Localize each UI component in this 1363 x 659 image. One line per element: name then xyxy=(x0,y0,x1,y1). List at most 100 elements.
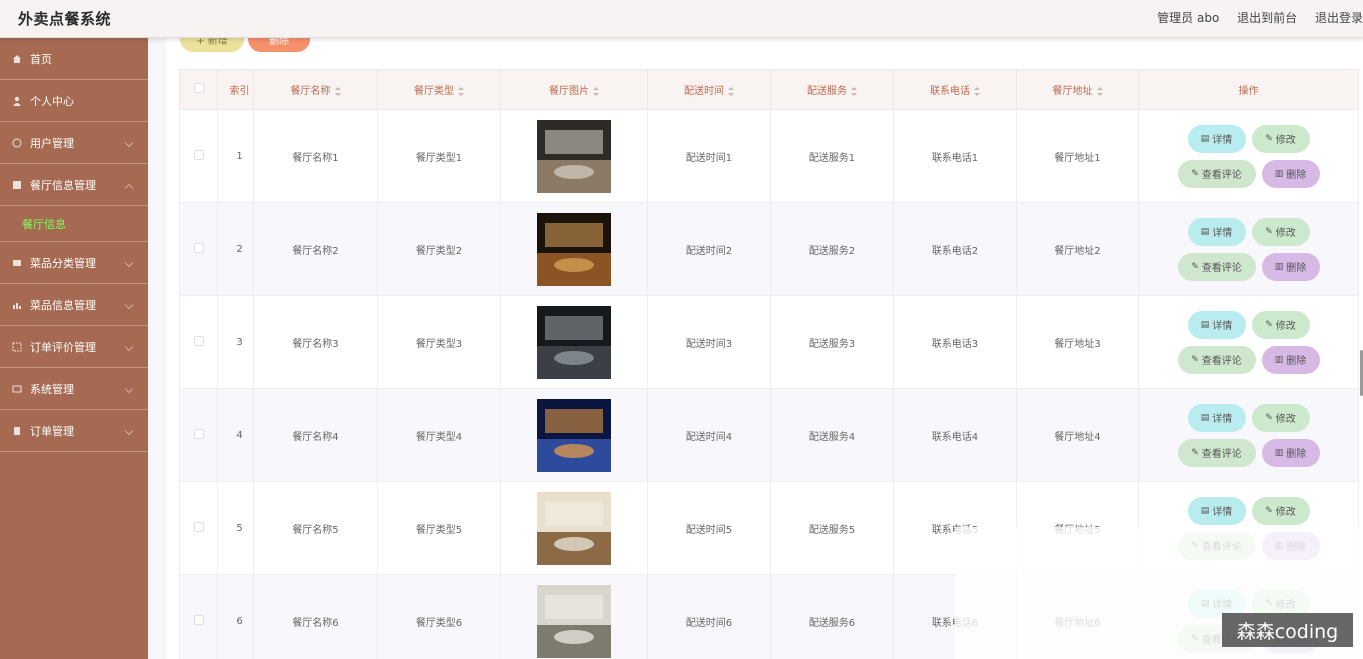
action-group: ▤详情 ✎修改 ✎查看评论 ▥删除 xyxy=(1139,403,1358,467)
cell-type: 餐厅类型4 xyxy=(377,388,501,482)
sidebar-item-profile[interactable]: 个人中心 xyxy=(0,80,148,122)
col-type[interactable]: 餐厅类型 xyxy=(377,69,501,110)
cell-actions: ▤详情 ✎修改 ✎查看评论 ▥删除 xyxy=(1138,202,1359,296)
remove-label: 删除 xyxy=(1286,356,1307,367)
sidebar-item-system[interactable]: 系统管理 xyxy=(0,368,148,410)
row-index: 3 xyxy=(217,295,254,389)
restaurant-image[interactable] xyxy=(537,212,611,286)
col-image[interactable]: 餐厅图片 xyxy=(500,69,648,110)
sidebar-item-label: 用户管理 xyxy=(30,136,74,150)
front-link[interactable]: 退出到前台 xyxy=(1237,11,1297,25)
detail-button[interactable]: ▤详情 xyxy=(1187,217,1246,246)
restaurant-image[interactable] xyxy=(537,305,611,379)
sidebar-item-label: 菜品信息管理 xyxy=(30,298,96,312)
sort-icon[interactable] xyxy=(851,86,857,96)
edit-button[interactable]: ✎修改 xyxy=(1251,403,1310,432)
cell-service: 配送服务6 xyxy=(770,574,894,659)
view-review-button[interactable]: ✎查看评论 xyxy=(1177,252,1256,281)
col-label: 联系电话 xyxy=(930,86,970,97)
row-index: 6 xyxy=(217,574,254,659)
remove-button[interactable]: ▥删除 xyxy=(1261,438,1320,467)
row-checkbox[interactable] xyxy=(193,521,204,532)
row-select-cell[interactable] xyxy=(179,388,218,482)
row-select-cell[interactable] xyxy=(179,574,218,659)
cell-image xyxy=(500,388,648,482)
watermark: 森森coding xyxy=(1222,613,1353,647)
view-review-button[interactable]: ✎查看评论 xyxy=(1177,438,1256,467)
detail-button[interactable]: ▤详情 xyxy=(1187,310,1246,339)
cell-address: 餐厅地址1 xyxy=(1016,109,1139,203)
row-checkbox[interactable] xyxy=(193,335,204,346)
col-time[interactable]: 配送时间 xyxy=(647,69,771,110)
logout-link[interactable]: 退出登录 xyxy=(1315,11,1363,25)
row-select-cell[interactable] xyxy=(179,295,218,389)
row-select-cell[interactable] xyxy=(179,481,218,575)
detail-button[interactable]: ▤详情 xyxy=(1187,496,1246,525)
sidebar-item-order-review[interactable]: 订单评价管理 xyxy=(0,326,148,368)
cell-type: 餐厅类型3 xyxy=(377,295,501,389)
sort-icon[interactable] xyxy=(334,86,341,96)
remove-button[interactable]: ▥删除 xyxy=(1261,345,1320,374)
sort-icon[interactable] xyxy=(974,86,980,96)
trash-icon: ▥ xyxy=(1274,168,1284,179)
row-checkbox[interactable] xyxy=(193,242,204,253)
detail-button[interactable]: ▤详情 xyxy=(1187,403,1246,432)
select-all-checkbox[interactable] xyxy=(193,83,204,93)
cell-name: 餐厅名称2 xyxy=(253,202,378,296)
sidebar-item-label: 订单管理 xyxy=(30,424,74,438)
col-phone[interactable]: 联系电话 xyxy=(893,69,1017,110)
select-all-cell[interactable] xyxy=(179,69,218,110)
pencil-icon: ✎ xyxy=(1191,354,1199,365)
document-icon: ▤ xyxy=(1200,133,1210,144)
col-label: 餐厅图片 xyxy=(549,86,589,97)
remove-button[interactable]: ▥删除 xyxy=(1261,252,1320,281)
row-checkbox[interactable] xyxy=(193,149,204,160)
edit-button[interactable]: ✎修改 xyxy=(1251,310,1310,339)
row-select-cell[interactable] xyxy=(179,202,218,296)
top-header: 外卖点餐系统 管理员 abo 退出到前台 退出登录 xyxy=(0,0,1363,38)
cell-image xyxy=(500,202,648,296)
cell-address: 餐厅地址2 xyxy=(1016,202,1139,296)
col-service[interactable]: 配送服务 xyxy=(770,69,894,110)
edit-button[interactable]: ✎修改 xyxy=(1251,496,1310,525)
sidebar-item-home[interactable]: 首页 xyxy=(0,38,148,80)
restaurant-image[interactable] xyxy=(537,584,611,658)
sidebar-item-restaurant[interactable]: 餐厅信息管理 xyxy=(0,164,148,206)
cell-name: 餐厅名称1 xyxy=(253,109,378,203)
sidebar-item-dish-info[interactable]: 菜品信息管理 xyxy=(0,284,148,326)
edit-button[interactable]: ✎修改 xyxy=(1251,217,1310,246)
remove-button[interactable]: ▥删除 xyxy=(1261,159,1320,188)
edit-button[interactable]: ✎修改 xyxy=(1251,124,1310,153)
restaurant-image[interactable] xyxy=(537,491,611,565)
row-checkbox[interactable] xyxy=(193,428,204,439)
sort-icon[interactable] xyxy=(728,86,734,96)
cell-phone: 联系电话1 xyxy=(893,109,1017,203)
sort-icon[interactable] xyxy=(593,86,599,96)
pencil-icon: ✎ xyxy=(1265,319,1273,330)
action-row: ▤详情 ✎修改 xyxy=(1187,496,1310,525)
restaurant-image[interactable] xyxy=(537,398,611,472)
view-review-button[interactable]: ✎查看评论 xyxy=(1177,159,1256,188)
action-row: ▤详情 ✎修改 xyxy=(1187,310,1310,339)
detail-label: 详情 xyxy=(1212,135,1233,146)
col-address[interactable]: 餐厅地址 xyxy=(1016,69,1139,110)
view-review-button[interactable]: ✎查看评论 xyxy=(1177,345,1256,374)
action-group: ▤详情 ✎修改 ✎查看评论 ▥删除 xyxy=(1139,310,1358,374)
row-select-cell[interactable] xyxy=(179,109,218,203)
detail-button[interactable]: ▤详情 xyxy=(1187,124,1246,153)
user-icon xyxy=(13,96,21,106)
trash-icon: ▥ xyxy=(1274,354,1284,365)
col-name[interactable]: 餐厅名称 xyxy=(253,69,378,110)
cell-actions: ▤详情 ✎修改 ✎查看评论 ▥删除 xyxy=(1138,388,1359,482)
sidebar-item-users[interactable]: 用户管理 xyxy=(0,122,148,164)
sort-icon[interactable] xyxy=(1096,86,1103,96)
sidebar-item-orders[interactable]: 订单管理 xyxy=(0,410,148,452)
table-row: 4 餐厅名称4 餐厅类型4 配送时间4 配送服务4 联系电话4 餐厅地址4 ▤ 详… xyxy=(179,388,1359,482)
restaurant-image[interactable] xyxy=(537,119,611,193)
sidebar-item-dish-category[interactable]: 菜品分类管理 xyxy=(0,242,148,284)
remove-label: 删除 xyxy=(1286,263,1307,274)
table-header: 索引 餐厅名称 餐厅类型 餐厅图片 配送时间 配送服务 联系电话 餐厅地址 操作 xyxy=(179,69,1359,110)
submenu-restaurant-info[interactable]: 餐厅信息 xyxy=(0,206,148,242)
sort-icon[interactable] xyxy=(458,86,464,96)
row-checkbox[interactable] xyxy=(193,614,204,625)
